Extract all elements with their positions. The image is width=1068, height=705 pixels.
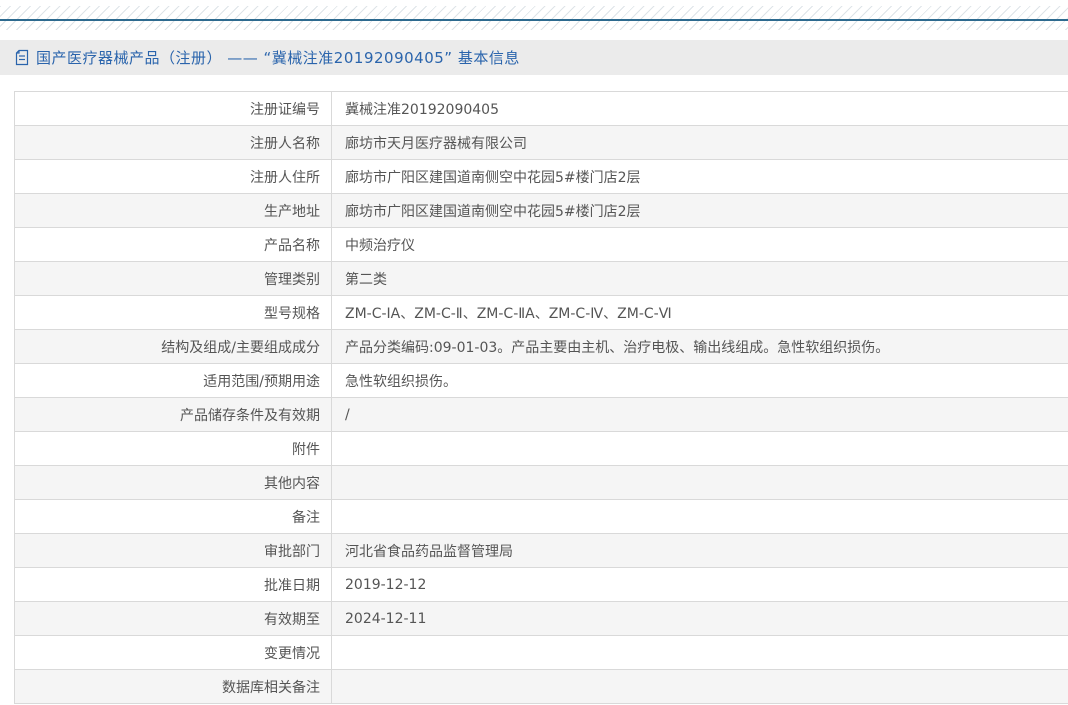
row-value: / — [345, 406, 350, 423]
table-row: 批准日期 2019-12-12 — [15, 568, 1068, 602]
row-label: 管理类别 — [15, 262, 332, 295]
table-row: 注册人名称 廊坊市天月医疗器械有限公司 — [15, 126, 1068, 160]
table-row: 适用范围/预期用途 急性软组织损伤。 — [15, 364, 1068, 398]
row-value — [332, 432, 1068, 465]
page-header: 国产医疗器械产品（注册） —— “冀械注准20192090405” 基本信息 — [0, 40, 1068, 75]
table-row: 其他内容 — [15, 466, 1068, 500]
row-label: 产品储存条件及有效期 — [15, 398, 332, 431]
table-row: 审批部门 河北省食品药品监督管理局 — [15, 534, 1068, 568]
row-value: 冀械注准20192090405 — [345, 101, 499, 118]
table-row: 备注 — [15, 500, 1068, 534]
row-label: 注册人住所 — [15, 160, 332, 193]
row-label: 型号规格 — [15, 296, 332, 329]
row-value — [332, 500, 1068, 533]
row-label: 其他内容 — [15, 466, 332, 499]
table-row: 结构及组成/主要组成成分 产品分类编码:09-01-03。产品主要由主机、治疗电… — [15, 330, 1068, 364]
top-decorative-border — [0, 6, 1068, 30]
row-label: 审批部门 — [15, 534, 332, 567]
table-row: 附件 — [15, 432, 1068, 466]
table-row: 产品名称 中频治疗仪 — [15, 228, 1068, 262]
row-label: 注册人名称 — [15, 126, 332, 159]
row-value: ZM-C-ⅠA、ZM-C-Ⅱ、ZM-C-ⅡA、ZM-C-Ⅳ、ZM-C-Ⅵ — [345, 305, 672, 322]
top-rule-line — [0, 19, 1068, 21]
table-row: 产品储存条件及有效期 / — [15, 398, 1068, 432]
row-value: 中频治疗仪 — [345, 237, 415, 254]
row-value: 廊坊市广阳区建国道南侧空中花园5#楼门店2层 — [345, 169, 641, 186]
row-value: 河北省食品药品监督管理局 — [345, 543, 513, 560]
row-label: 产品名称 — [15, 228, 332, 261]
page-title: 国产医疗器械产品（注册） —— “冀械注准20192090405” 基本信息 — [36, 49, 520, 67]
row-value: 廊坊市广阳区建国道南侧空中花园5#楼门店2层 — [345, 203, 641, 220]
row-value: 急性软组织损伤。 — [345, 373, 457, 390]
row-label: 变更情况 — [15, 636, 332, 669]
registration-info-table: 注册证编号 冀械注准20192090405 注册人名称 廊坊市天月医疗器械有限公… — [14, 91, 1068, 704]
row-label: 附件 — [15, 432, 332, 465]
row-value — [332, 466, 1068, 499]
table-row: 注册人住所 廊坊市广阳区建国道南侧空中花园5#楼门店2层 — [15, 160, 1068, 194]
row-value — [332, 670, 1068, 703]
row-label: 批准日期 — [15, 568, 332, 601]
table-row: 数据库相关备注 — [15, 670, 1068, 704]
row-label: 有效期至 — [15, 602, 332, 635]
row-value: 2019-12-12 — [345, 576, 427, 593]
row-label: 数据库相关备注 — [15, 670, 332, 703]
row-value: 第二类 — [345, 271, 387, 288]
row-label: 注册证编号 — [15, 92, 332, 125]
row-label: 结构及组成/主要组成成分 — [15, 330, 332, 363]
row-label: 备注 — [15, 500, 332, 533]
row-value: 2024-12-11 — [345, 610, 427, 627]
table-row: 型号规格 ZM-C-ⅠA、ZM-C-Ⅱ、ZM-C-ⅡA、ZM-C-Ⅳ、ZM-C-… — [15, 296, 1068, 330]
document-icon — [15, 49, 29, 66]
row-value — [332, 636, 1068, 669]
row-label: 生产地址 — [15, 194, 332, 227]
row-value: 产品分类编码:09-01-03。产品主要由主机、治疗电极、输出线组成。急性软组织… — [345, 339, 890, 356]
table-row: 管理类别 第二类 — [15, 262, 1068, 296]
row-value: 廊坊市天月医疗器械有限公司 — [345, 135, 527, 152]
row-label: 适用范围/预期用途 — [15, 364, 332, 397]
table-row: 注册证编号 冀械注准20192090405 — [15, 92, 1068, 126]
table-row: 生产地址 廊坊市广阳区建国道南侧空中花园5#楼门店2层 — [15, 194, 1068, 228]
table-row: 变更情况 — [15, 636, 1068, 670]
table-row: 有效期至 2024-12-11 — [15, 602, 1068, 636]
